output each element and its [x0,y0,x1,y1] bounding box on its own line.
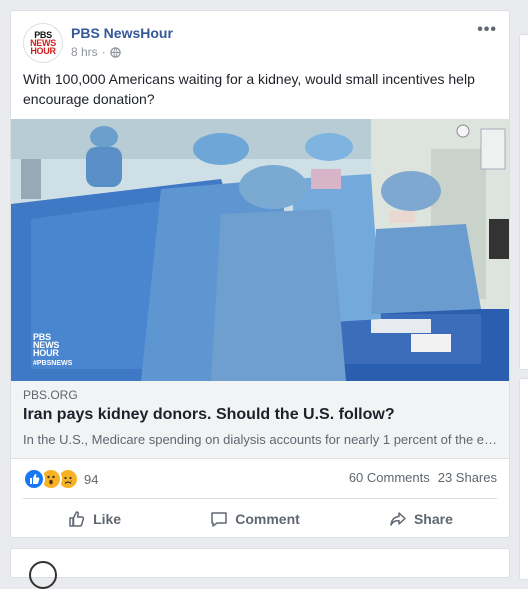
comment-icon [211,512,227,527]
post-actions-bar: Like Comment Share [23,498,497,539]
more-options-button[interactable]: ••• [477,22,497,38]
link-preview[interactable]: PBS.ORG Iran pays kidney donors. Should … [11,381,509,459]
meta-separator: · [101,45,106,59]
surgery-photo [11,119,509,381]
avatar[interactable] [29,561,57,589]
reactions-summary[interactable]: 94 [23,468,98,490]
link-preview-image[interactable]: PBS NEWS HOUR #PBSNEWS [11,119,509,381]
post-stats: 94 60 Comments 23 Shares [23,466,497,490]
link-description: In the U.S., Medicare spending on dialys… [23,432,499,447]
page-avatar[interactable]: PBS NEWS HOUR [23,23,63,63]
share-button-label: Share [413,511,453,527]
next-feed-post [10,548,510,589]
right-column-card [519,378,528,580]
pbs-watermark: PBS NEWS HOUR #PBSNEWS [33,333,73,368]
share-icon [390,512,406,526]
avatar-logo-line: HOUR [30,46,56,56]
watermark-line: HOUR [33,348,59,358]
shares-count-link[interactable]: 23 Shares [438,470,497,485]
like-button-label: Like [93,511,122,527]
post-text: With 100,000 Americans waiting for a kid… [23,71,475,107]
comment-button[interactable]: Comment [191,503,318,535]
comment-button-label: Comment [235,511,300,527]
post-header: PBS NEWS HOUR PBS NewsHour 8 hrs · ••• [23,22,497,63]
like-icon [23,468,45,490]
globe-icon[interactable] [109,46,121,58]
post-meta: 8 hrs · [71,45,121,59]
thumbs-up-icon [69,511,85,527]
watermark-hashtag: #PBSNEWS [33,360,73,367]
like-button[interactable]: Like [49,503,139,535]
share-button[interactable]: Share [370,503,471,535]
page-name-link[interactable]: PBS NewsHour [71,25,173,41]
link-title[interactable]: Iran pays kidney donors. Should the U.S.… [23,406,395,424]
post-timestamp[interactable]: 8 hrs [71,45,98,59]
reaction-count[interactable]: 94 [84,472,98,487]
engagement-counts: 60 Comments 23 Shares [349,470,497,485]
feed-post: PBS NEWS HOUR PBS NewsHour 8 hrs · ••• W… [10,10,510,538]
comments-count-link[interactable]: 60 Comments [349,470,430,485]
right-column-card [519,34,528,370]
link-domain: PBS.ORG [23,388,78,402]
